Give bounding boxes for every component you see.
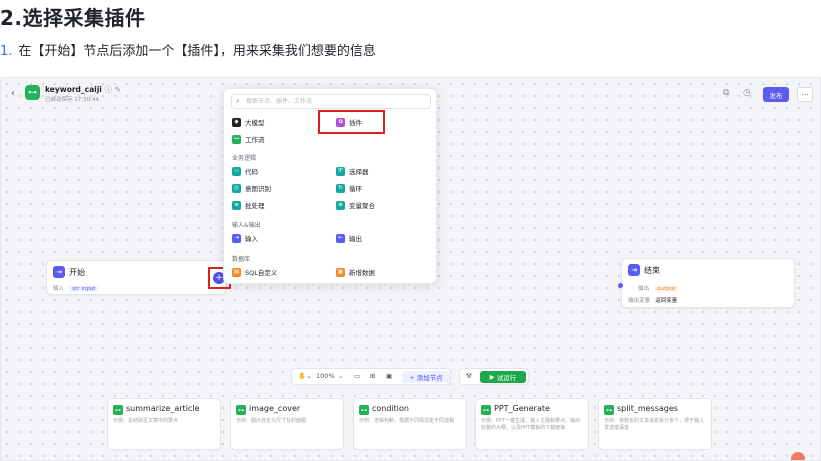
workflow-icon: ⊶ — [232, 134, 241, 144]
popup-item-code[interactable]: ‹› 代码 — [232, 165, 258, 177]
add-data-icon: ▦ — [336, 267, 345, 277]
save-status: 已自动保存 17:30:44 — [45, 97, 99, 103]
layout-icon[interactable]: ⊞ — [370, 372, 375, 380]
end-node-title: 结束 — [644, 266, 660, 275]
doc-step: 1. 在【开始】节点后添加一个【插件】，用来采集我们想要的信息 — [0, 40, 376, 59]
template-card[interactable]: ⊶ PPT_Generate 示例：PPT一键生成，输入主题和要点，输出完整的大… — [475, 398, 589, 450]
string-type-icon: str — [72, 286, 80, 292]
canvas-toolbar: ✋⌄ 100% ⌄ ▭ ⊞ ▣ + 添加节点 — [291, 368, 451, 385]
step-number: 1. — [0, 44, 13, 59]
end-node-port[interactable] — [618, 283, 623, 288]
popup-item-add-data[interactable]: ▦ 新增数据 — [336, 266, 375, 278]
section-io: 输入&输出 — [232, 222, 261, 229]
workflow-icon: ⊶ — [113, 405, 123, 415]
popup-item-input[interactable]: ⇥ 输入 — [232, 232, 258, 244]
intent-icon: ◎ — [232, 183, 241, 193]
app-icon: ⊶ — [25, 85, 40, 100]
test-run-button[interactable]: ▶ 试运行 — [480, 371, 526, 383]
zoom-chevron-icon[interactable]: ⌄ — [338, 372, 343, 380]
section-logic: 业务逻辑 — [232, 155, 257, 162]
search-icon: ⌕ — [236, 97, 240, 105]
start-input-label: 输入 — [53, 286, 65, 292]
popup-item-intent[interactable]: ◎ 意图识别 — [232, 182, 271, 194]
history-icon[interactable]: ◷ — [743, 88, 751, 98]
popup-item-variable[interactable]: ⊕ 变量聚合 — [336, 199, 375, 211]
wrench-icon[interactable]: ⚒ — [466, 372, 472, 380]
info-icon: ⓘ — [104, 85, 113, 94]
highlight-plugin-box — [318, 110, 385, 134]
end-var-value: 返回变量 — [655, 298, 678, 304]
start-icon: ⇥ — [53, 266, 65, 278]
template-card[interactable]: ⊶ condition 示例：逻辑判断，根据不同情况走不同流程 — [353, 398, 467, 450]
assistant-bubble-icon[interactable] — [791, 452, 805, 460]
input-icon: ⇥ — [232, 233, 241, 243]
section-db: 数据库 — [232, 256, 251, 263]
workflow-icon: ⊶ — [236, 405, 246, 415]
start-node[interactable]: ⇥ 开始 输入 str input — [46, 260, 226, 295]
end-output-row: 输出 output — [638, 284, 679, 292]
template-card[interactable]: ⊶ split_messages 示例：将较长的文本消息拆分多个，便于输入发送或… — [598, 398, 712, 450]
template-card[interactable]: ⊶ summarize_article 示例：总结网页文章中的要点 — [107, 398, 221, 450]
popup-item-selector[interactable]: IF 选择器 — [336, 165, 369, 177]
start-input-row: 输入 str input — [53, 284, 99, 292]
workflow-icon: ⊶ — [481, 405, 491, 415]
selector-icon: IF — [336, 166, 345, 176]
node-search-input[interactable] — [246, 96, 426, 107]
end-var-row: 输出变量 返回变量 — [628, 296, 677, 304]
sql-icon: ▤ — [232, 267, 241, 277]
node-search-box[interactable]: ⌕ — [231, 94, 431, 109]
copy-icon[interactable]: ⧉ — [723, 88, 729, 98]
start-node-title: 开始 — [69, 268, 85, 277]
end-icon: ⇥ — [628, 264, 640, 276]
publish-button[interactable]: 发布 — [763, 87, 789, 102]
popup-item-output[interactable]: ⇤ 输出 — [336, 232, 362, 244]
code-icon: ‹› — [232, 166, 241, 176]
back-arrow-icon[interactable]: ‹ — [11, 88, 15, 99]
workflow-icon: ⊶ — [359, 405, 369, 415]
popup-item-workflow[interactable]: ⊶ 工作流 — [232, 133, 265, 145]
llm-icon: ◆ — [232, 117, 241, 127]
popup-item-llm[interactable]: ◆ 大模型 — [232, 116, 265, 128]
loop-icon: ↻ — [336, 183, 345, 193]
node-picker-popup: ⌕ ◆大模型 ✿插件 ⊶工作流 业务逻辑 ‹›代码 IF选择器 ◎意图识别 ↻循… — [223, 88, 437, 284]
variable-icon: ⊕ — [336, 200, 345, 210]
edit-icon: ✎ — [114, 85, 121, 94]
run-toolbar: ⚒ ▶ 试运行 — [459, 368, 529, 385]
template-card[interactable]: ⊶ image_cover 示例：图片自定义尺寸及封面图 — [230, 398, 344, 450]
end-output-label: 输出 — [638, 286, 650, 292]
workflow-icon: ⊶ — [604, 405, 614, 415]
popup-item-batch[interactable]: ≡ 批处理 — [232, 199, 265, 211]
add-node-button[interactable]: + 添加节点 — [402, 371, 450, 383]
end-var-label: 输出变量 — [628, 298, 651, 304]
batch-icon: ≡ — [232, 200, 241, 210]
hand-icon[interactable]: ✋⌄ — [298, 372, 312, 380]
minimap-icon[interactable]: ▣ — [386, 372, 392, 380]
comment-icon[interactable]: ▭ — [354, 372, 360, 380]
doc-title: 2.选择采集插件 — [0, 6, 146, 30]
popup-item-loop[interactable]: ↻ 循环 — [336, 182, 362, 194]
popup-item-sql[interactable]: ▤ SQL自定义 — [232, 266, 277, 278]
step-text: 在【开始】节点后添加一个【插件】，用来采集我们想要的信息 — [18, 44, 376, 59]
start-input-tag: input — [81, 286, 96, 292]
play-icon: ▶ — [489, 373, 495, 381]
workflow-screenshot: ‹ ⊶ keyword_caiji ⓘ ✎ 已自动保存 17:30:44 ⧉ ◷… — [0, 77, 821, 461]
more-icon[interactable]: ⋯ — [797, 87, 813, 102]
end-node[interactable]: ⇥ 结束 输出 output 输出变量 返回变量 — [621, 258, 795, 308]
output-icon: ⇤ — [336, 233, 345, 243]
zoom-level[interactable]: 100% — [316, 372, 335, 380]
app-name: keyword_caiji ⓘ ✎ — [45, 85, 121, 94]
end-output-tag: output — [657, 286, 676, 292]
